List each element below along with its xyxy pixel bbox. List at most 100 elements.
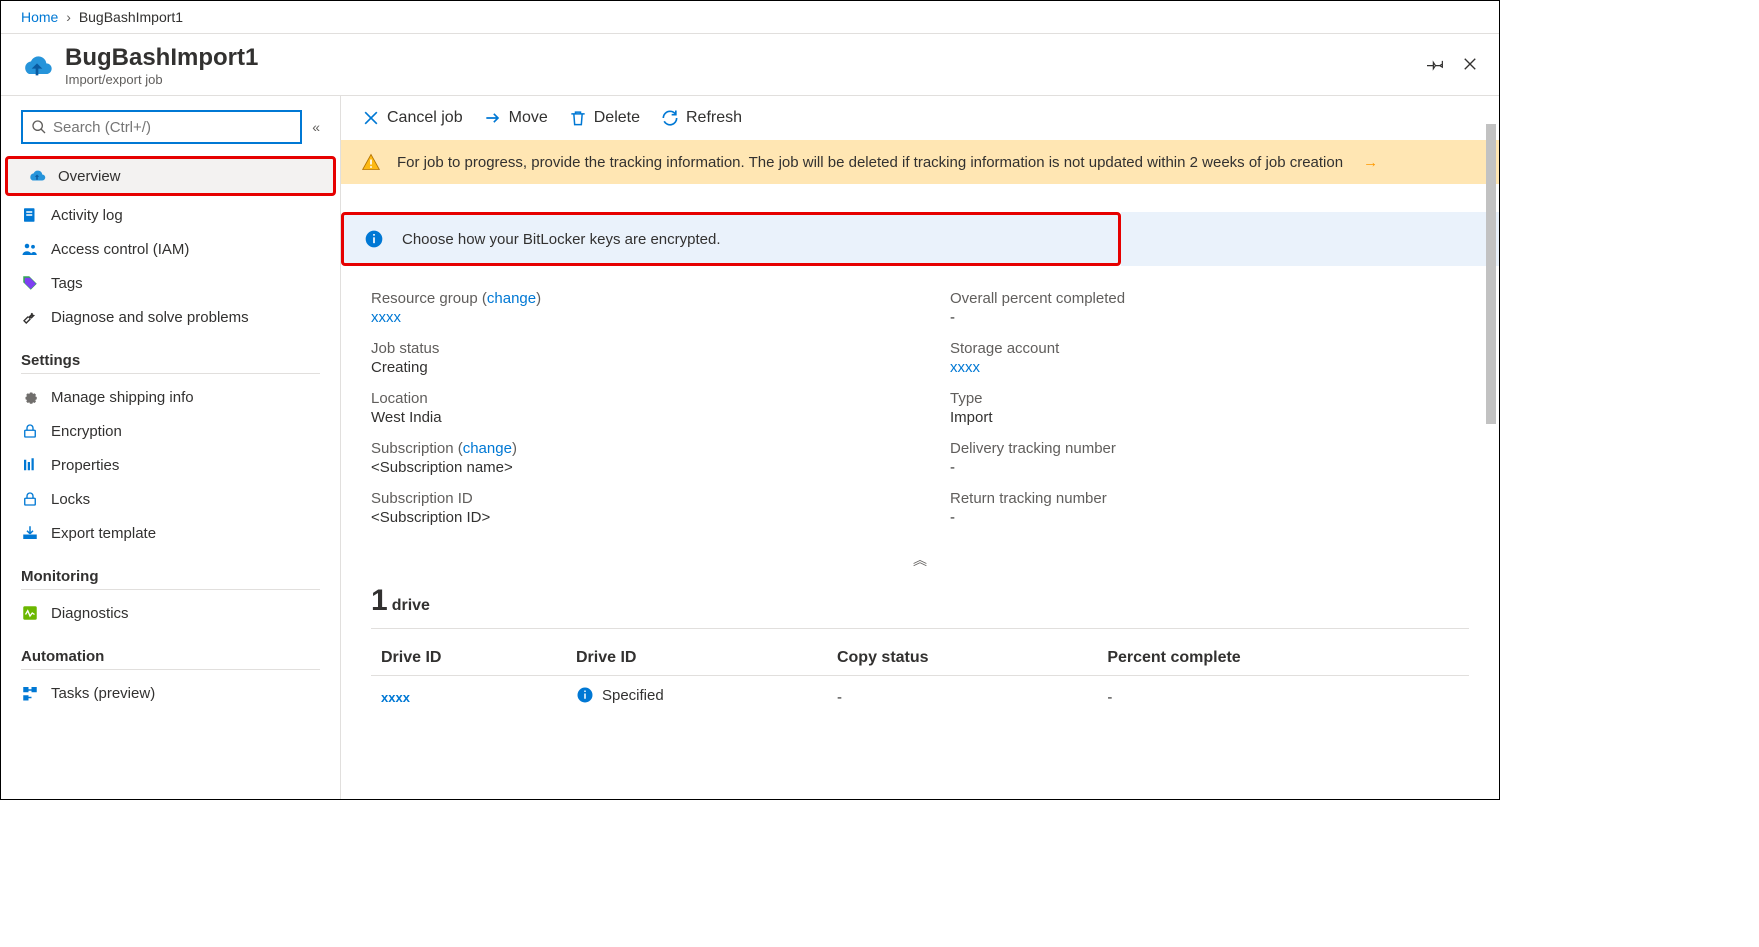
warning-icon: [361, 152, 381, 172]
col-copy-status[interactable]: Copy status: [827, 641, 1097, 676]
prop-value-percent-complete: -: [950, 309, 1469, 326]
refresh-button[interactable]: Refresh: [660, 108, 742, 128]
sidebar-collapse-icon[interactable]: «: [312, 119, 320, 135]
prop-value-storage-account[interactable]: xxxx: [950, 359, 1469, 376]
prop-label-subscription-id: Subscription ID: [371, 490, 890, 507]
toolbar-label: Move: [509, 109, 548, 127]
sidebar-section-automation: Automation: [21, 634, 320, 670]
sidebar-item-label: Activity log: [51, 207, 123, 224]
move-button[interactable]: Move: [483, 108, 548, 128]
search-input-wrapper[interactable]: [21, 110, 302, 144]
prop-label-storage-account: Storage account: [950, 340, 1469, 357]
scrollbar-thumb[interactable]: [1486, 124, 1496, 424]
sidebar-item-tasks[interactable]: Tasks (preview): [1, 676, 340, 710]
tasks-icon: [21, 684, 39, 702]
sidebar-item-label: Manage shipping info: [51, 389, 194, 406]
drives-section: 1 drive Drive ID Drive ID Copy status Pe…: [341, 574, 1499, 728]
info-banner[interactable]: Choose how your BitLocker keys are encry…: [341, 212, 1121, 266]
sidebar-item-diagnose[interactable]: Diagnose and solve problems: [1, 300, 340, 334]
drive-copy-status: -: [827, 676, 1097, 719]
sidebar-item-manage-shipping[interactable]: Manage shipping info: [1, 380, 340, 414]
prop-label-resource-group: Resource group (change): [371, 290, 890, 307]
drive-id-link[interactable]: xxxx: [381, 690, 410, 705]
arrow-right-icon: [483, 108, 503, 128]
arrow-right-icon: →: [1363, 154, 1378, 171]
properties-icon: [21, 456, 39, 474]
page-title: BugBashImport1: [65, 44, 258, 72]
prop-label-type: Type: [950, 390, 1469, 407]
prop-label-delivery-tracking: Delivery tracking number: [950, 440, 1469, 457]
sidebar-item-diagnostics[interactable]: Diagnostics: [1, 596, 340, 630]
change-subscription-link[interactable]: change: [463, 440, 512, 457]
page-subtitle: Import/export job: [65, 72, 258, 87]
warning-banner[interactable]: For job to progress, provide the trackin…: [341, 140, 1499, 184]
collapse-properties-icon[interactable]: ︽: [341, 550, 1499, 574]
drive-count: 1: [371, 584, 388, 618]
sidebar-item-activity-log[interactable]: Activity log: [1, 198, 340, 232]
cancel-icon: [361, 108, 381, 128]
col-drive-id-2[interactable]: Drive ID: [566, 641, 827, 676]
info-icon: [576, 686, 594, 704]
delete-button[interactable]: Delete: [568, 108, 640, 128]
page-header: BugBashImport1 Import/export job: [1, 34, 1499, 96]
col-drive-id[interactable]: Drive ID: [371, 641, 566, 676]
sidebar-item-access-control[interactable]: Access control (IAM): [1, 232, 340, 266]
sidebar-item-label: Encryption: [51, 423, 122, 440]
breadcrumb-separator: ›: [66, 9, 71, 25]
prop-value-job-status: Creating: [371, 359, 890, 376]
drive-state: Specified: [602, 687, 664, 704]
prop-value-location: West India: [371, 409, 890, 426]
info-icon: [364, 229, 384, 249]
cancel-job-button[interactable]: Cancel job: [361, 108, 463, 128]
toolbar-label: Delete: [594, 109, 640, 127]
prop-value-delivery-tracking: -: [950, 459, 1469, 476]
properties-grid: Resource group (change) xxxx Job status …: [341, 266, 1499, 550]
export-icon: [21, 524, 39, 542]
vertical-scrollbar[interactable]: [1483, 96, 1497, 799]
people-icon: [21, 240, 39, 258]
prop-label-subscription: Subscription (change): [371, 440, 890, 457]
info-text: Choose how your BitLocker keys are encry…: [402, 231, 721, 248]
sidebar-item-label: Locks: [51, 491, 90, 508]
breadcrumb-current: BugBashImport1: [79, 9, 183, 25]
prop-label-return-tracking: Return tracking number: [950, 490, 1469, 507]
col-percent-complete[interactable]: Percent complete: [1097, 641, 1469, 676]
sidebar-item-label: Overview: [58, 168, 121, 185]
drives-table: Drive ID Drive ID Copy status Percent co…: [371, 641, 1469, 718]
breadcrumb-home[interactable]: Home: [21, 9, 58, 25]
toolbar-label: Cancel job: [387, 109, 463, 127]
prop-value-subscription: <Subscription name>: [371, 459, 890, 476]
tags-icon: [21, 274, 39, 292]
sidebar-item-overview[interactable]: Overview: [5, 156, 336, 196]
pin-icon[interactable]: [1427, 55, 1445, 76]
sidebar-item-encryption[interactable]: Encryption: [1, 414, 340, 448]
drive-percent: -: [1097, 676, 1469, 719]
wrench-icon: [21, 308, 39, 326]
sidebar-item-label: Export template: [51, 525, 156, 542]
sidebar-item-tags[interactable]: Tags: [1, 266, 340, 300]
breadcrumb: Home › BugBashImport1: [1, 1, 1499, 34]
sidebar-item-label: Tasks (preview): [51, 685, 155, 702]
trash-icon: [568, 108, 588, 128]
sidebar-item-locks[interactable]: Locks: [1, 482, 340, 516]
sidebar-item-label: Properties: [51, 457, 119, 474]
gear-icon: [21, 388, 39, 406]
prop-value-resource-group[interactable]: xxxx: [371, 309, 890, 326]
search-input[interactable]: [53, 119, 292, 136]
prop-label-percent-complete: Overall percent completed: [950, 290, 1469, 307]
toolbar: Cancel job Move Delete Refresh: [341, 96, 1499, 140]
sidebar: « Overview Activity log Access control (…: [1, 96, 341, 799]
prop-label-job-status: Job status: [371, 340, 890, 357]
import-export-icon: [28, 167, 46, 185]
table-row[interactable]: xxxx Specified - -: [371, 676, 1469, 719]
warning-text: For job to progress, provide the trackin…: [397, 154, 1343, 171]
close-icon[interactable]: [1461, 55, 1479, 76]
lock-icon: [21, 422, 39, 440]
sidebar-item-label: Diagnostics: [51, 605, 129, 622]
prop-value-type: Import: [950, 409, 1469, 426]
change-resource-group-link[interactable]: change: [487, 290, 536, 307]
sidebar-item-properties[interactable]: Properties: [1, 448, 340, 482]
import-export-icon: [21, 50, 53, 82]
sidebar-item-export-template[interactable]: Export template: [1, 516, 340, 550]
prop-label-location: Location: [371, 390, 890, 407]
